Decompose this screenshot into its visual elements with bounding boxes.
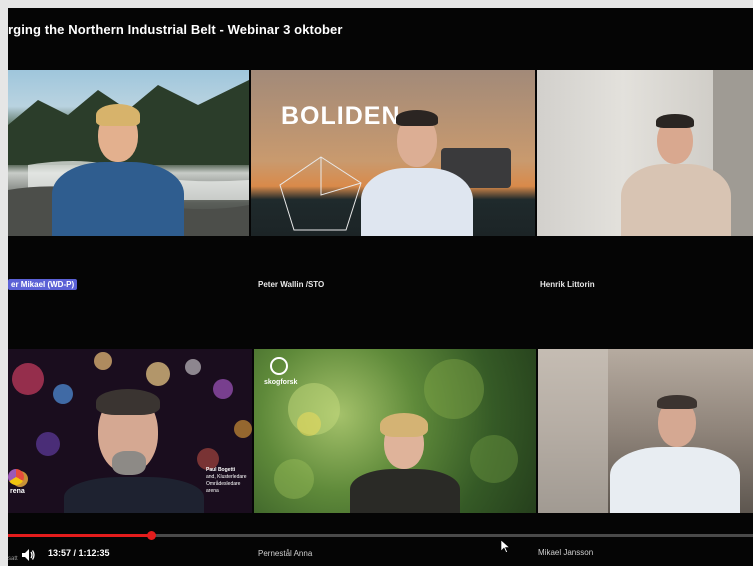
participant-name-1: er Mikael (WD-P): [8, 279, 78, 290]
mouse-cursor-icon: [500, 539, 511, 558]
participant-tile-2: BOLIDEN: [251, 70, 535, 236]
progress-fill: [8, 534, 152, 537]
participant-name-2: Peter Wallin /STO: [258, 280, 325, 289]
video-player[interactable]: rging the Northern Industrial Belt - Web…: [8, 8, 753, 566]
volume-icon[interactable]: [22, 548, 36, 566]
arena-logo-icon: [8, 469, 24, 485]
participant-tile-1: [8, 70, 249, 236]
skogforsk-logo-text: skogforsk: [264, 379, 298, 386]
video-title: rging the Northern Industrial Belt - Web…: [8, 22, 343, 37]
skogforsk-logo-icon: [270, 357, 288, 375]
boliden-logo: BOLIDEN: [281, 102, 401, 130]
player-controls: satt 13:57 / 1:12:35: [8, 526, 753, 566]
participant-tile-3: [537, 70, 753, 236]
speaker-caption-line3: arena: [206, 488, 219, 494]
time-display: 13:57 / 1:12:35: [48, 548, 110, 558]
participant-name-3: Henrik Littorin: [540, 280, 595, 289]
partial-label: satt: [8, 556, 18, 562]
speaker-caption-name: Paul Bogetti: [206, 467, 236, 473]
speaker-caption-line1: and, Klusterledare: [206, 474, 247, 480]
participant-tile-4: Paul Bogetti and, Klusterledare Områdesl…: [8, 349, 252, 513]
participant-tile-6: [538, 349, 753, 513]
participant-tile-5: skogforsk: [254, 349, 536, 513]
wireframe-graphic: [279, 156, 362, 231]
window-background: [538, 349, 608, 513]
progress-scrubber[interactable]: [146, 531, 156, 540]
arena-logo-text: rena: [10, 488, 25, 495]
speaker-caption-line2: Områdesledare: [206, 481, 241, 487]
